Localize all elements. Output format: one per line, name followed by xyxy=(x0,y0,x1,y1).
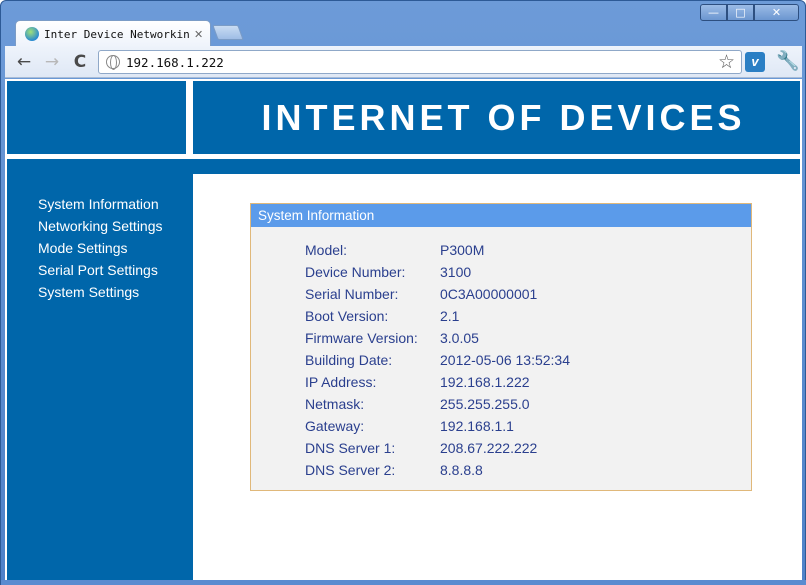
globe-favicon-icon xyxy=(25,27,39,41)
header-banner: INTERNET OF DEVICES xyxy=(193,81,800,154)
row-label: Firmware Version: xyxy=(305,330,418,346)
page-title: INTERNET OF DEVICES xyxy=(261,96,746,138)
main-content: System Information Model: P300M Device Nu… xyxy=(193,174,800,580)
panel-title: System Information xyxy=(251,204,751,227)
browser-window: — □ ✕ Inter Device Networking ✕ ← → C 19… xyxy=(0,0,806,585)
row-value: P300M xyxy=(440,242,485,258)
row-value: 3.0.05 xyxy=(440,330,479,346)
table-row: Building Date: 2012-05-06 13:52:34 xyxy=(305,349,570,371)
row-value: 2012-05-06 13:52:34 xyxy=(440,352,570,368)
table-row: IP Address: 192.168.1.222 xyxy=(305,371,570,393)
back-arrow-icon[interactable]: ← xyxy=(14,52,34,72)
globe-icon xyxy=(106,55,120,70)
system-information-panel: System Information Model: P300M Device Nu… xyxy=(250,203,752,491)
table-row: Device Number: 3100 xyxy=(305,261,570,283)
row-label: DNS Server 1: xyxy=(305,440,396,456)
row-label: DNS Server 2: xyxy=(305,462,396,478)
table-row: DNS Server 1: 208.67.222.222 xyxy=(305,437,570,459)
row-label: Model: xyxy=(305,242,348,258)
table-row: Firmware Version: 3.0.05 xyxy=(305,327,570,349)
sidebar-item-system-settings[interactable]: System Settings xyxy=(38,281,193,303)
close-window-button[interactable]: ✕ xyxy=(754,4,799,21)
row-label: Device Number: xyxy=(305,264,406,280)
table-row: Boot Version: 2.1 xyxy=(305,305,570,327)
sidebar-item-serial-port-settings[interactable]: Serial Port Settings xyxy=(38,259,193,281)
tab-close-icon[interactable]: ✕ xyxy=(194,28,203,41)
page-viewport: INTERNET OF DEVICES System Information N… xyxy=(5,79,802,580)
browser-toolbar: ← → C 192.168.1.222 ☆ v 🔧 xyxy=(5,46,802,78)
wrench-menu-icon[interactable]: 🔧 xyxy=(776,49,800,72)
tab-title: Inter Device Networking xyxy=(44,27,190,41)
window-bottom-border xyxy=(1,580,806,585)
row-value: 3100 xyxy=(440,264,472,280)
row-value: 2.1 xyxy=(440,308,460,324)
row-label: IP Address: xyxy=(305,374,377,390)
row-value: 8.8.8.8 xyxy=(440,462,483,478)
sidebar-item-mode-settings[interactable]: Mode Settings xyxy=(38,237,193,259)
row-label: Gateway: xyxy=(305,418,365,434)
table-row: Gateway: 192.168.1.1 xyxy=(305,415,570,437)
table-row: Serial Number: 0C3A00000001 xyxy=(305,283,570,305)
table-row: DNS Server 2: 8.8.8.8 xyxy=(305,459,570,481)
reload-icon[interactable]: C xyxy=(70,52,90,72)
row-value: 0C3A00000001 xyxy=(440,286,538,302)
new-tab-button[interactable] xyxy=(212,25,244,40)
sidebar-item-system-information[interactable]: System Information xyxy=(38,193,193,215)
row-value: 192.168.1.1 xyxy=(440,418,514,434)
minimize-button[interactable]: — xyxy=(700,4,727,21)
header-divider-bar xyxy=(7,159,800,174)
row-value: 192.168.1.222 xyxy=(440,374,530,390)
info-table: Model: P300M Device Number: 3100 Serial Nu… xyxy=(305,239,570,481)
row-label: Netmask: xyxy=(305,396,365,412)
forward-arrow-icon[interactable]: → xyxy=(42,52,62,72)
address-bar[interactable]: 192.168.1.222 ☆ xyxy=(98,50,742,74)
maximize-button[interactable]: □ xyxy=(727,4,754,21)
table-row: Model: P300M xyxy=(305,239,570,261)
extension-icon[interactable]: v xyxy=(745,52,765,72)
row-value: 255.255.255.0 xyxy=(440,396,530,412)
bookmark-star-icon[interactable]: ☆ xyxy=(718,51,735,73)
row-value: 208.67.222.222 xyxy=(440,440,538,456)
window-controls: — □ ✕ xyxy=(700,4,799,21)
sidebar-item-networking-settings[interactable]: Networking Settings xyxy=(38,215,193,237)
row-label: Building Date: xyxy=(305,352,393,368)
row-label: Serial Number: xyxy=(305,286,399,302)
header-left-block xyxy=(7,81,186,154)
url-text[interactable]: 192.168.1.222 xyxy=(126,55,224,70)
browser-tab[interactable]: Inter Device Networking ✕ xyxy=(15,20,211,47)
sidebar: System Information Networking Settings M… xyxy=(7,174,193,580)
table-row: Netmask: 255.255.255.0 xyxy=(305,393,570,415)
row-label: Boot Version: xyxy=(305,308,389,324)
